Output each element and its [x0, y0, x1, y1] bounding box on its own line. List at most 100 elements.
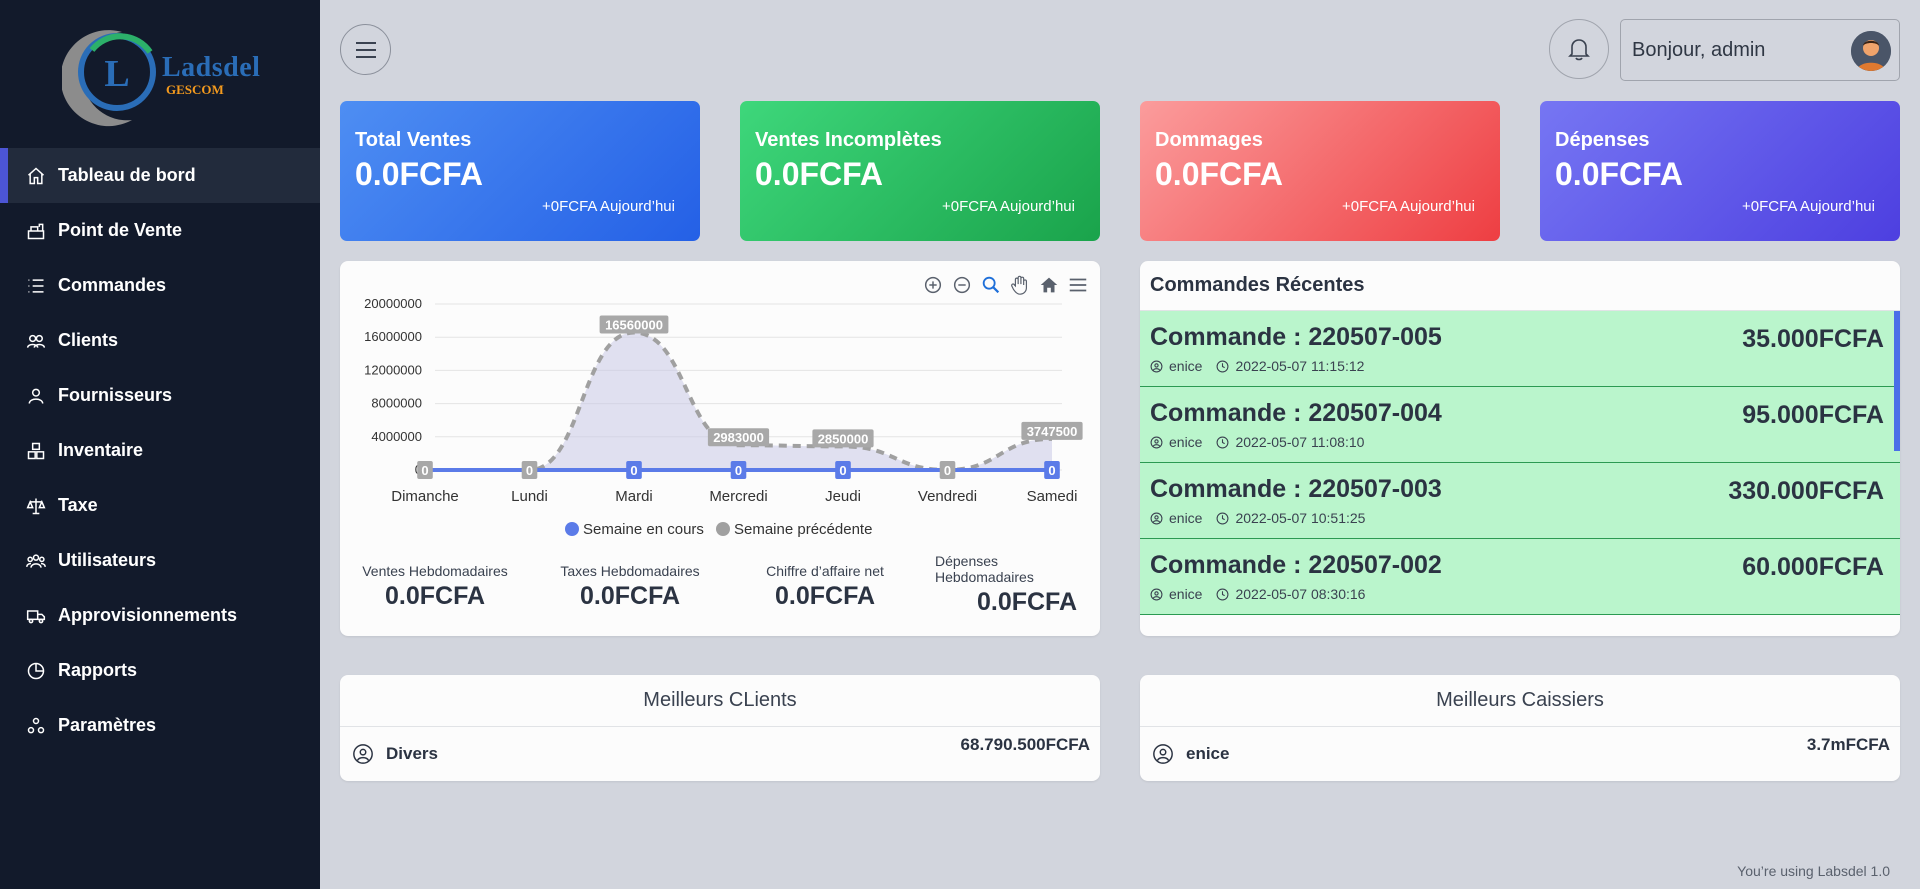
- previous-week-data-label: 0: [526, 463, 533, 478]
- footer-version: You’re using Labsdel 1.0: [1737, 863, 1890, 879]
- x-tick-label: Lundi: [511, 488, 548, 505]
- x-tick-label: Jeudi: [825, 488, 861, 505]
- order-amount: 60.000FCFA: [1742, 553, 1884, 581]
- stat-card-ventes-incompletes: Ventes Incomplètes 0.0FCFA +0FCFA Aujour…: [740, 101, 1100, 241]
- sidebar-item-fournisseurs[interactable]: Fournisseurs: [0, 368, 320, 423]
- sidebar-item-tableau-de-bord[interactable]: Tableau de bord: [0, 148, 320, 203]
- current-week-data-label: 0: [839, 463, 846, 478]
- sidebar-item-label: Commandes: [58, 275, 167, 295]
- weekly-stat-label: Taxes Hebdomadaires: [560, 563, 700, 579]
- avatar-icon: [1851, 31, 1891, 71]
- brand-logo[interactable]: L Ladsdel GESCOM: [60, 22, 272, 127]
- group-icon: [26, 553, 46, 568]
- order-user: enice: [1169, 358, 1203, 374]
- sidebar-item-label: Approvisionnements: [58, 605, 238, 625]
- pie-icon: [27, 662, 45, 679]
- card-title: Total Ventes: [355, 129, 472, 151]
- greeting-text: Bonjour, admin: [1632, 38, 1766, 61]
- sidebar-item-label: Inventaire: [58, 440, 144, 460]
- clock-icon: [1217, 512, 1229, 524]
- card-value: 0.0FCFA: [1555, 156, 1684, 192]
- home-icon: [28, 166, 44, 184]
- best-cashier-row[interactable]: enice 3.7mFCFA: [1140, 727, 1900, 781]
- card-value: 0.0FCFA: [355, 156, 484, 192]
- sidebar-item-utilisateurs[interactable]: Utilisateurs: [0, 533, 320, 588]
- x-tick-label: Samedi: [1027, 488, 1078, 505]
- sidebar-item-label: Rapports: [58, 660, 138, 680]
- best-clients-panel: Meilleurs CLients Divers 68.790.500FCFA: [340, 675, 1100, 781]
- list-icon: [28, 278, 44, 293]
- notifications-button[interactable]: [1549, 19, 1609, 79]
- legend-label: Semaine précédente: [734, 521, 872, 538]
- card-today: +0FCFA Aujourd’hui: [541, 198, 675, 215]
- sidebar-item-parametres[interactable]: Paramètres: [0, 698, 320, 753]
- weekly-stat-taxes: Taxes Hebdomadaires 0.0FCFA: [545, 563, 715, 611]
- order-user: enice: [1169, 510, 1203, 526]
- sidebar-item-label: Taxe: [58, 495, 98, 515]
- previous-week-data-label: 2983000: [713, 430, 764, 445]
- sidebar-item-label: Clients: [58, 330, 119, 350]
- y-tick-label: 4000000: [371, 429, 422, 444]
- stat-card-depenses: Dépenses 0.0FCFA +0FCFA Aujourd’hui: [1540, 101, 1900, 241]
- boxes-icon: [27, 442, 45, 459]
- best-clients-title: Meilleurs CLients: [340, 675, 1100, 727]
- legend-marker: [565, 522, 579, 536]
- clock-icon: [1217, 436, 1229, 448]
- card-title: Dommages: [1155, 129, 1263, 151]
- cash-register-icon: [27, 223, 45, 239]
- weekly-stat-depenses: Dépenses Hebdomadaires 0.0FCFA: [935, 553, 1085, 617]
- sidebar-item-label: Paramètres: [58, 715, 157, 735]
- sidebar-item-label: Tableau de bord: [58, 165, 196, 185]
- order-amount: 35.000FCFA: [1742, 325, 1884, 353]
- weekly-stat-label: Chiffre d’affaire net: [766, 563, 884, 579]
- weekly-stat-value: 0.0FCFA: [384, 582, 486, 610]
- sidebar-item-commandes[interactable]: Commandes: [0, 258, 320, 313]
- order-amount: 330.000FCFA: [1728, 477, 1884, 505]
- weekly-stat-label: Ventes Hebdomadaires: [362, 563, 508, 579]
- sidebar-item-approvisionnements[interactable]: Approvisionnements: [0, 588, 320, 643]
- order-row[interactable]: Commande : 220507-002 60.000FCFA enice 2022…: [1140, 539, 1900, 615]
- previous-week-area: [425, 332, 1052, 470]
- x-tick-label: Mardi: [615, 488, 653, 505]
- user-menu[interactable]: Bonjour, admin: [1620, 19, 1900, 81]
- menu-toggle-button[interactable]: [340, 24, 391, 75]
- best-cashier-amount: 3.7mFCFA: [1806, 735, 1890, 754]
- sidebar-item-label: Fournisseurs: [58, 385, 173, 405]
- weekly-stat-value: 0.0FCFA: [976, 588, 1077, 616]
- y-tick-label: 20000000: [364, 296, 422, 311]
- best-client-row[interactable]: Divers 68.790.500FCFA: [340, 727, 1100, 781]
- sidebar-item-taxe[interactable]: Taxe: [0, 478, 320, 533]
- recent-orders-title: Commandes Récentes: [1140, 261, 1900, 311]
- order-row[interactable]: Commande : 220507-003 330.000FCFA enice 202…: [1140, 463, 1900, 539]
- current-week-data-label: 0: [735, 463, 742, 478]
- recent-orders-panel: Commandes Récentes Commande : 220507-005…: [1140, 261, 1900, 636]
- legend-marker: [716, 522, 730, 536]
- best-cashiers-title: Meilleurs Caissiers: [1140, 675, 1900, 727]
- order-row[interactable]: Commande : 220507-005 35.000FCFA enice 2022…: [1140, 311, 1900, 387]
- order-date: 2022-05-07 11:15:12: [1235, 358, 1365, 374]
- stat-card-dommages: Dommages 0.0FCFA +0FCFA Aujourd’hui: [1140, 101, 1500, 241]
- order-row[interactable]: Commande : 220507-004 95.000FCFA enice 2022…: [1140, 387, 1900, 463]
- sidebar-item-inventaire[interactable]: Inventaire: [0, 423, 320, 478]
- card-today: +0FCFA Aujourd’hui: [941, 198, 1075, 215]
- sidebar-item-point-de-vente[interactable]: Point de Vente: [0, 203, 320, 258]
- order-meta: enice 2022-05-07 11:08:10: [1150, 434, 1890, 450]
- sidebar: L Ladsdel GESCOM Tableau de bord Point d…: [0, 0, 320, 889]
- card-today: +0FCFA Aujourd’hui: [1741, 198, 1875, 215]
- card-today: +0FCFA Aujourd’hui: [1341, 198, 1475, 215]
- sidebar-item-clients[interactable]: Clients: [0, 313, 320, 368]
- weekly-stats: Ventes Hebdomadaires 0.0FCFA Taxes Hebdo…: [340, 551, 1100, 631]
- logo-initial: L: [104, 53, 129, 95]
- brand-sub: GESCOM: [166, 82, 224, 97]
- x-tick-label: Vendredi: [918, 488, 977, 505]
- previous-week-data-label: 0: [421, 463, 428, 478]
- y-tick-label: 8000000: [371, 396, 422, 411]
- sidebar-item-label: Utilisateurs: [58, 550, 157, 570]
- orders-scrollbar[interactable]: [1894, 311, 1900, 451]
- legend-label: Semaine en cours: [583, 521, 704, 538]
- order-meta: enice 2022-05-07 08:30:16: [1150, 586, 1890, 602]
- weekly-sales-chart: 20000000 16000000 12000000 8000000 4000000 0 D…: [364, 296, 1083, 538]
- sidebar-item-rapports[interactable]: Rapports: [0, 643, 320, 698]
- sidebar-nav: Tableau de bord Point de Vente Commandes…: [0, 148, 320, 753]
- weekly-stat-label: Dépenses Hebdomadaires: [935, 553, 1034, 585]
